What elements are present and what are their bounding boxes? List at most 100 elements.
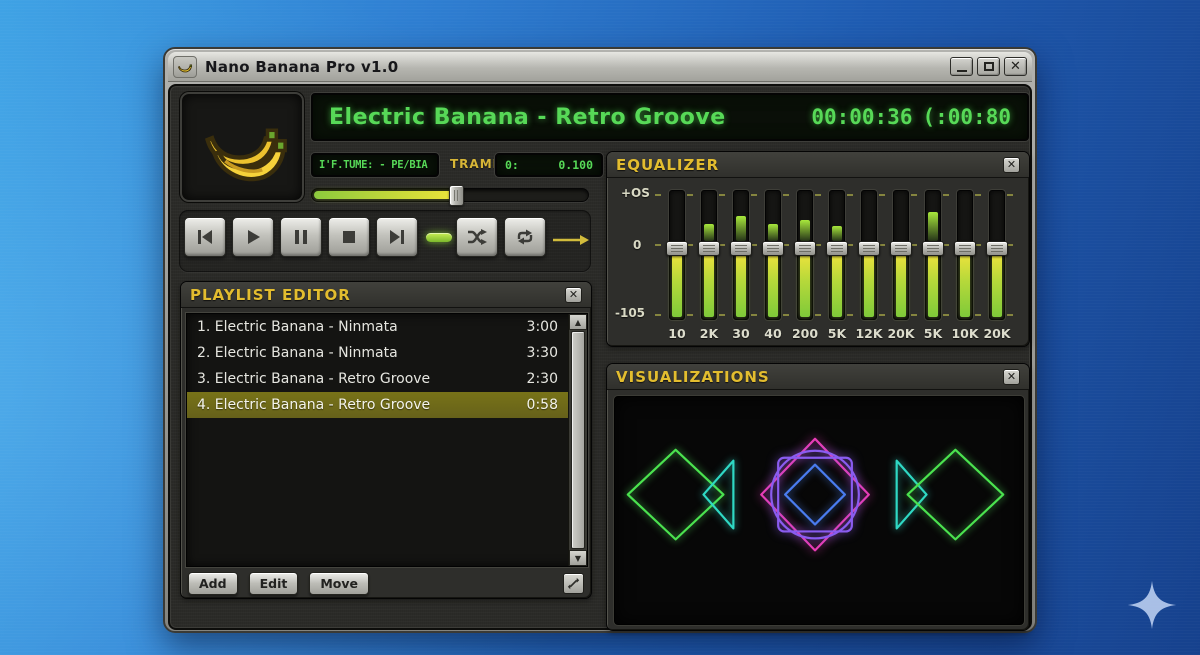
eq-slider-handle[interactable] [794,241,816,256]
eq-band: 20K [981,178,1013,341]
eq-fill [672,255,682,317]
eq-peak-indicator [800,220,810,241]
eq-band: 5K [821,178,853,341]
visualizations-close-button[interactable]: ✕ [1003,369,1020,385]
eq-fill [896,255,906,317]
eq-slider-track[interactable] [829,190,845,320]
eq-band-label: 20K [887,326,914,341]
shuffle-icon [466,228,488,246]
eq-band-label: 5K [924,326,942,341]
track-duration: 2:30 [527,371,558,387]
repeat-button[interactable] [504,217,546,257]
eq-slider-handle[interactable] [698,241,720,256]
equalizer-title: EQUALIZER [616,156,719,174]
seek-progress [314,191,456,199]
playlist-row[interactable]: 2. Electric Banana - Ninmata 3:30 [187,340,568,366]
edit-button[interactable]: Edit [249,572,299,595]
resize-icon [567,577,580,590]
eq-band-label: 12K [855,326,882,341]
eq-slider-track[interactable] [669,190,685,320]
track-duration: 3:00 [527,319,558,335]
window-title: Nano Banana Pro v1.0 [205,58,399,76]
eq-fill [800,255,810,317]
shuffle-button[interactable] [456,217,498,257]
seek-handle[interactable] [449,185,464,206]
playlist-scrollbar[interactable]: ▲ ▼ [568,314,587,566]
minimize-icon [957,70,967,72]
eq-slider-handle[interactable] [922,241,944,256]
equalizer-header[interactable]: EQUALIZER ✕ [607,152,1029,178]
previous-button[interactable] [184,217,226,257]
eq-peak-indicator [928,212,938,241]
eq-band: 2K [693,178,725,341]
eq-slider-handle[interactable] [954,241,976,256]
playlist-row[interactable]: 4. Electric Banana - Retro Groove 0:58 [187,392,568,418]
eq-slider-handle[interactable] [826,241,848,256]
resize-grip[interactable] [563,573,584,594]
eq-slider-track[interactable] [765,190,781,320]
eq-fill [992,255,1002,317]
eq-slider-track[interactable] [861,190,877,320]
eq-slider-handle[interactable] [666,241,688,256]
pause-icon [293,228,309,246]
info-lcd: I'F.TUME: - PE/BIA [311,153,439,177]
eq-slider-track[interactable] [989,190,1005,320]
playlist-title: PLAYLIST EDITOR [190,286,351,304]
eq-slider-handle[interactable] [858,241,880,256]
eq-peak-indicator [768,224,778,241]
playlist-row[interactable]: 1. Electric Banana - Ninmata 3:00 [187,314,568,340]
close-button[interactable]: ✕ [1004,57,1027,76]
eq-slider-track[interactable] [733,190,749,320]
pause-button[interactable] [280,217,322,257]
time-elapsed: 00:00:36 [811,105,912,129]
playlist-header[interactable]: PLAYLIST EDITOR ✕ [181,282,591,308]
add-button[interactable]: Add [188,572,238,595]
eq-band: 12K [853,178,885,341]
eq-slider-track[interactable] [701,190,717,320]
play-icon [244,228,262,246]
previous-icon [195,228,215,246]
scroll-down-button[interactable]: ▼ [569,550,587,566]
now-playing-display: Electric Banana - Retro Groove 00:00:36 … [311,93,1029,141]
eq-slider-track[interactable] [925,190,941,320]
playlist-list: 1. Electric Banana - Ninmata 3:00 2. Ele… [186,313,588,567]
eq-band-label: 200 [792,326,818,341]
equalizer-body: +OS 0 -105 10 2K 30 40 200 5K 12K [607,178,1029,344]
time-total: (:00:80 [922,105,1011,129]
eq-slider-track[interactable] [957,190,973,320]
scroll-thumb[interactable] [571,331,585,549]
playlist-row[interactable]: 3. Electric Banana - Retro Groove 2:30 [187,366,568,392]
eq-slider-handle[interactable] [986,241,1008,256]
eq-slider-handle[interactable] [890,241,912,256]
playlist-close-button[interactable]: ✕ [565,287,582,303]
eq-slider-track[interactable] [797,190,813,320]
playlist-panel: PLAYLIST EDITOR ✕ 1. Electric Banana - N… [180,281,592,599]
repeat-icon [515,228,535,246]
play-button[interactable] [232,217,274,257]
eq-slider-handle[interactable] [730,241,752,256]
app-banana-icon [173,56,197,78]
visualization-shapes [615,397,1024,625]
eq-fill [736,255,746,317]
eq-band-label: 30 [732,326,749,341]
stop-button[interactable] [328,217,370,257]
scroll-up-button[interactable]: ▲ [569,314,587,330]
equalizer-close-button[interactable]: ✕ [1003,157,1020,173]
minimize-button[interactable] [950,57,973,76]
eq-band: 10 [661,178,693,341]
eq-band-label: 20K [983,326,1010,341]
eq-slider-handle[interactable] [762,241,784,256]
maximize-button[interactable] [977,57,1000,76]
next-button[interactable] [376,217,418,257]
seek-bar[interactable] [311,188,589,202]
eq-slider-track[interactable] [893,190,909,320]
eq-band-label: 5K [828,326,846,341]
info-lcd-text: I'F.TUME: - PE/BIA [319,159,427,171]
eq-scale-mid: 0 [633,238,641,252]
eq-band-label: 40 [764,326,781,341]
eq-band: 30 [725,178,757,341]
stop-icon [341,229,357,245]
move-button[interactable]: Move [309,572,369,595]
title-bar[interactable]: Nano Banana Pro v1.0 ✕ [168,52,1032,82]
visualizations-header[interactable]: VISUALIZATIONS ✕ [607,364,1029,390]
